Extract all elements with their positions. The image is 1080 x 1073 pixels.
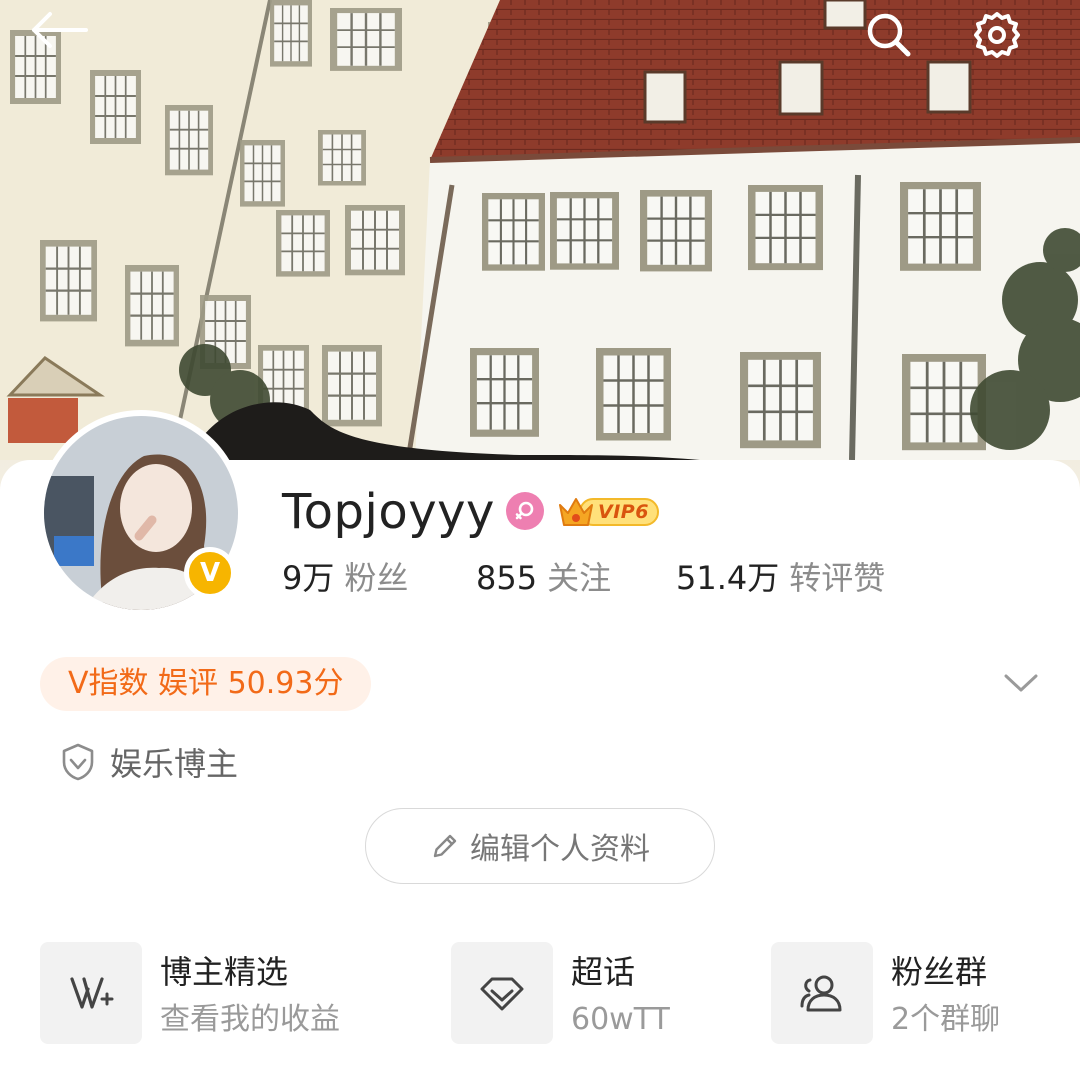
entry-subtitle: 2个群聊 bbox=[891, 1002, 1001, 1037]
pencil-icon bbox=[433, 834, 457, 858]
settings-button[interactable] bbox=[972, 10, 1036, 70]
gear-icon bbox=[974, 12, 1020, 58]
female-icon bbox=[506, 492, 544, 530]
stat-following[interactable]: 855 关注 bbox=[476, 556, 611, 600]
entry-subtitle: 查看我的收益 bbox=[160, 1002, 340, 1037]
group-icon bbox=[800, 975, 842, 1012]
entry-title: 粉丝群 bbox=[891, 953, 988, 991]
shield-icon bbox=[62, 743, 94, 781]
stat-reposts-likes[interactable]: 51.4万 转评赞 bbox=[676, 556, 885, 600]
v-index-badge[interactable]: V指数 娱评 50.93分 bbox=[40, 657, 372, 711]
chevron-down-icon[interactable] bbox=[1002, 668, 1040, 698]
stat-fans[interactable]: 9万 粉丝 bbox=[282, 556, 408, 600]
edit-profile-button[interactable]: 编辑个人资料 bbox=[365, 808, 715, 884]
back-button[interactable] bbox=[28, 10, 92, 70]
username: Topjoyyy bbox=[282, 484, 495, 540]
entry-subtitle: 60wTT bbox=[571, 1002, 670, 1037]
entry-featured[interactable]: 博主精选 查看我的收益 bbox=[40, 942, 340, 1046]
edit-profile-label: 编辑个人资料 bbox=[470, 832, 650, 867]
entry-title: 博主精选 bbox=[160, 953, 289, 991]
entry-fan-group[interactable]: 粉丝群 2个群聊 bbox=[771, 942, 1000, 1046]
entry-super-topic[interactable]: 超话 60wTT bbox=[451, 942, 670, 1046]
search-button[interactable] bbox=[864, 10, 928, 70]
v-plus-icon bbox=[70, 977, 114, 1009]
vip-level-label: VIP6 bbox=[598, 501, 649, 523]
back-arrow-icon bbox=[32, 12, 88, 48]
verified-badge: V bbox=[184, 547, 236, 599]
entry-title: 超话 bbox=[571, 953, 636, 991]
identity-tag: 娱乐博主 bbox=[60, 740, 238, 784]
identity-label: 娱乐博主 bbox=[110, 745, 239, 783]
search-icon bbox=[867, 13, 911, 57]
diamond-icon bbox=[480, 977, 524, 1011]
